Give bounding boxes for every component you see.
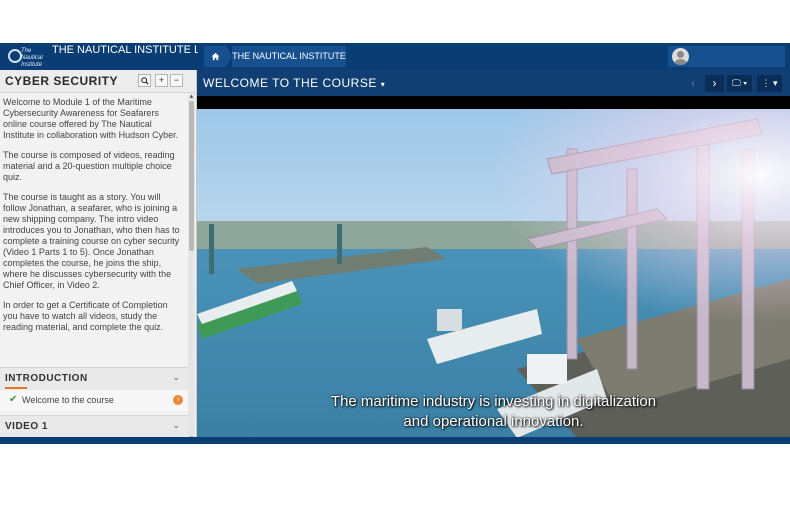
lesson-title: WELCOME TO THE COURSE: [203, 76, 377, 90]
search-icon: [140, 77, 149, 85]
chevron-down-icon[interactable]: ⌄: [172, 372, 180, 383]
more-options-button[interactable]: ⋮ ▾: [757, 75, 782, 92]
collapse-all-button[interactable]: −: [170, 74, 183, 87]
content-header: WELCOME TO THE COURSE ▾ ‹ › 🖵 ▾ ⋮ ▾: [197, 70, 790, 96]
top-bar: The Nautical Institute THE NAUTICAL INST…: [0, 43, 790, 70]
lesson-title-dropdown[interactable]: WELCOME TO THE COURSE ▾: [203, 76, 385, 90]
section-label: VIDEO 1: [5, 421, 48, 432]
site-title[interactable]: THE NAUTICAL INSTITUTE LEARNING MANAGEME…: [52, 44, 198, 56]
breadcrumb-link[interactable]: THE NAUTICAL INSTITUTE: [232, 46, 346, 67]
previous-button[interactable]: ‹: [685, 75, 701, 91]
check-icon: ✔: [9, 394, 18, 405]
lms-app: The Nautical Institute THE NAUTICAL INST…: [0, 43, 790, 444]
course-sidebar: CYBER SECURITY + − Welcome to Module 1 o…: [0, 70, 197, 444]
home-button[interactable]: [204, 46, 226, 67]
sidebar-header: CYBER SECURITY + −: [0, 70, 196, 93]
section-label: INTRODUCTION: [5, 373, 88, 384]
description-paragraph: In order to get a Certificate of Complet…: [3, 300, 168, 332]
user-menu[interactable]: [668, 46, 785, 67]
user-avatar-icon[interactable]: [672, 48, 689, 65]
arrow-right-icon[interactable]: ›: [173, 395, 183, 405]
nautical-institute-logo[interactable]: The Nautical Institute: [6, 46, 46, 68]
description-paragraph: The course is composed of videos, readin…: [3, 150, 175, 182]
sidebar-scrollbar[interactable]: ▲ ▼: [188, 93, 195, 444]
subtitle-line: and operational innovation.: [403, 413, 584, 430]
lesson-label: Welcome to the course: [22, 395, 114, 405]
scroll-thumb[interactable]: [189, 101, 194, 251]
port-animation-frame: [197, 109, 790, 438]
search-button[interactable]: [138, 74, 151, 87]
logo-text: The Nautical Institute: [21, 48, 43, 68]
caret-down-icon: ▾: [380, 80, 386, 89]
subtitle-line: The maritime industry is investing in di…: [330, 393, 657, 410]
section-introduction[interactable]: INTRODUCTION ⌄: [0, 367, 188, 390]
sidebar-title: CYBER SECURITY: [5, 74, 119, 88]
expand-all-button[interactable]: +: [155, 74, 168, 87]
description-paragraph: The course is taught as a story. You wil…: [3, 192, 180, 290]
home-icon: [210, 52, 220, 61]
next-button[interactable]: ›: [705, 75, 724, 92]
bottom-bar: [0, 437, 790, 444]
active-section-underline: [5, 387, 27, 389]
video-player[interactable]: The maritime industry is investing in di…: [197, 96, 790, 444]
scroll-up-icon[interactable]: ▲: [188, 94, 195, 100]
logo-emblem: [8, 49, 22, 63]
chevron-down-icon[interactable]: ⌄: [172, 420, 180, 431]
video-subtitle: The maritime industry is investing in di…: [197, 392, 790, 432]
section-video-1[interactable]: VIDEO 1 ⌄: [0, 415, 188, 438]
lesson-item-welcome[interactable]: ✔ Welcome to the course ›: [0, 390, 188, 411]
display-mode-button[interactable]: 🖵 ▾: [727, 75, 752, 92]
description-paragraph: Welcome to Module 1 of the Maritime Cybe…: [3, 97, 179, 140]
module-description: Welcome to Module 1 of the Maritime Cybe…: [0, 97, 186, 393]
